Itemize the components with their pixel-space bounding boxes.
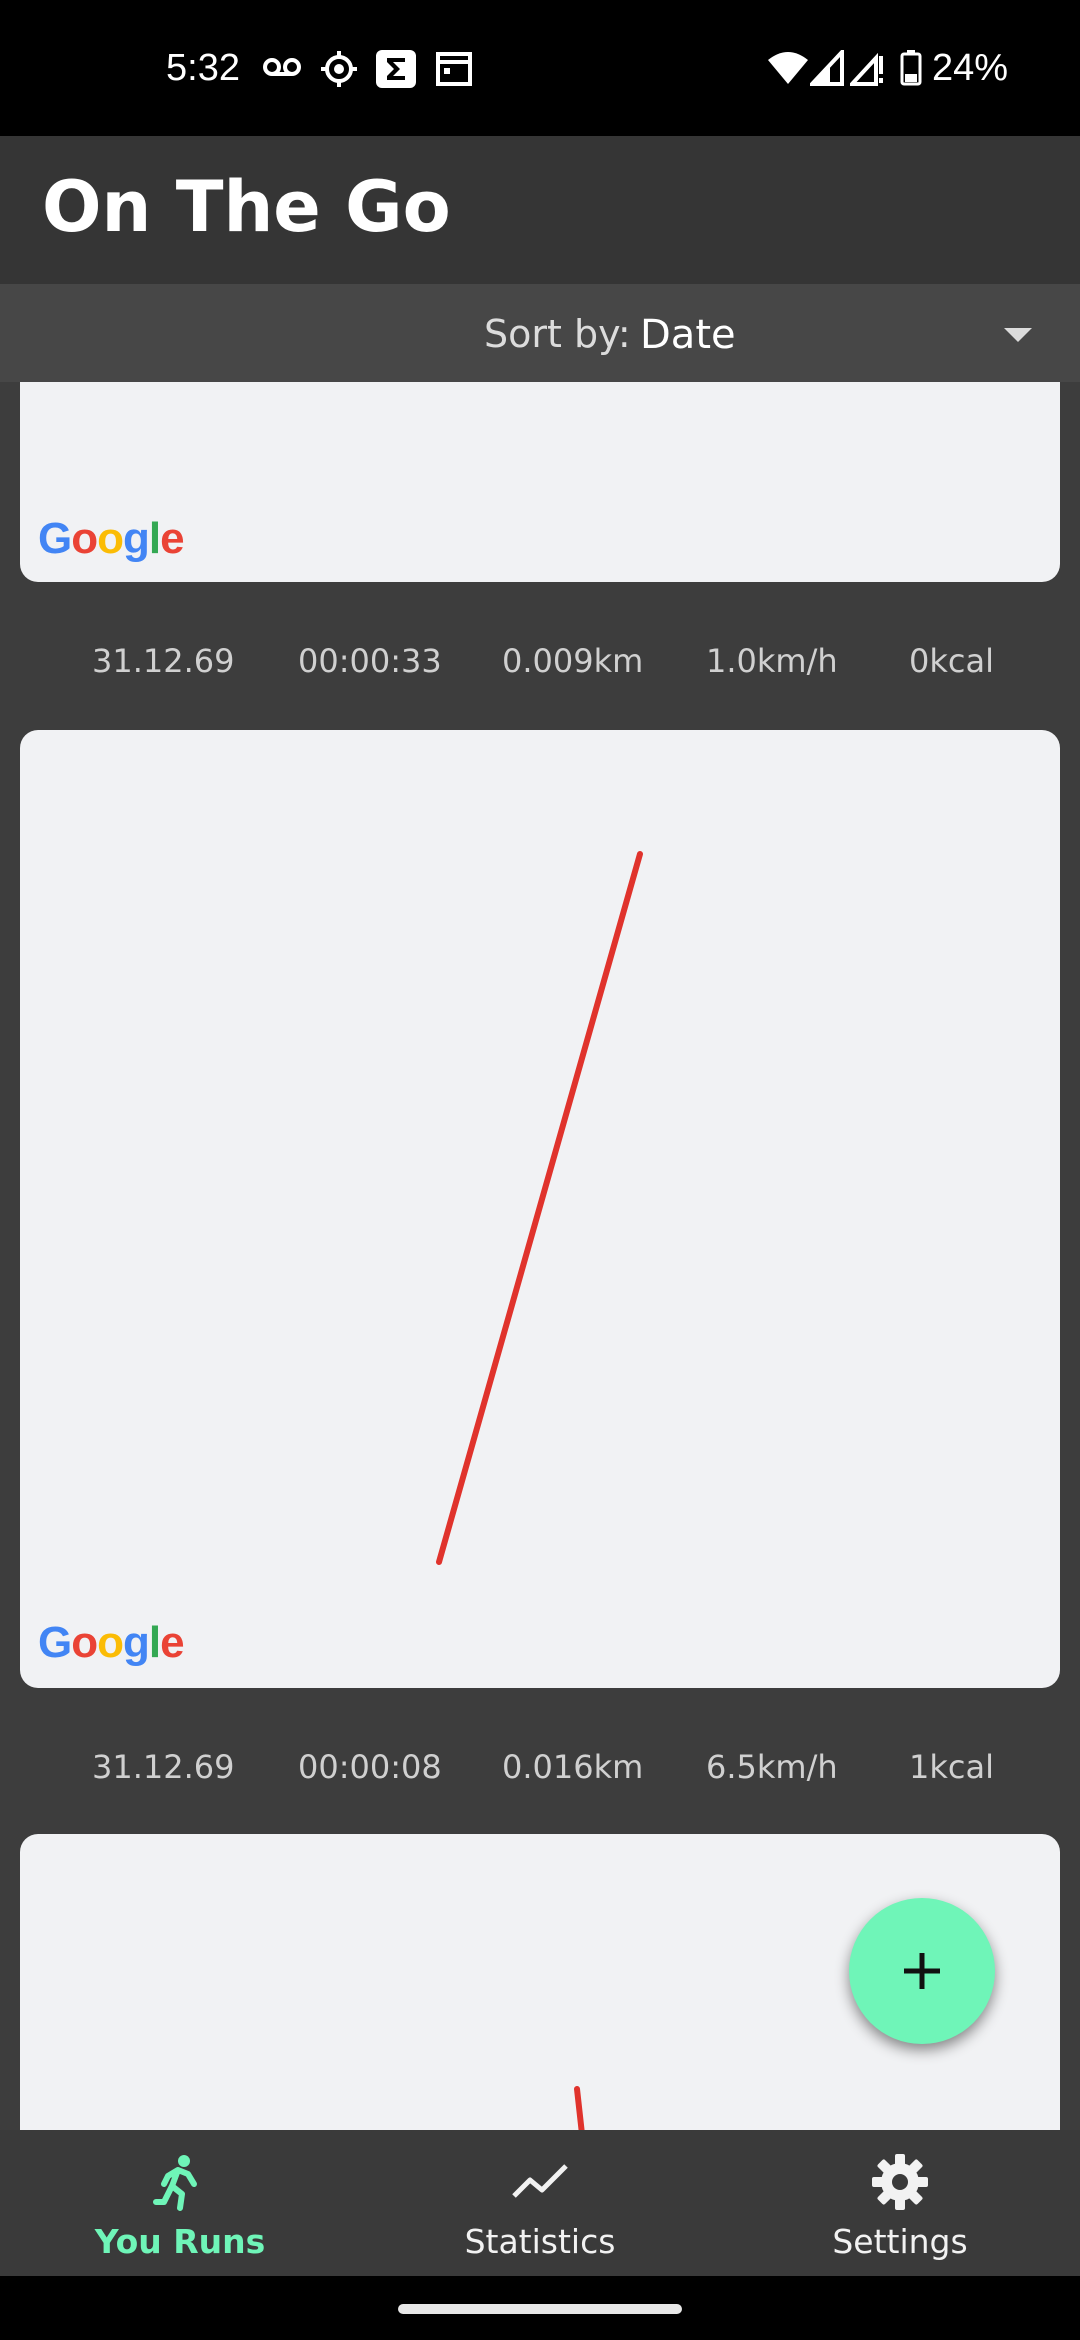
- google-logo-letter: g: [123, 514, 150, 563]
- signal-icon: [807, 46, 844, 96]
- google-attribution: Google: [38, 1618, 185, 1668]
- google-logo-letter: o: [97, 514, 124, 563]
- status-bar: 5:32 24%: [0, 0, 1080, 136]
- signal-alert-icon: [847, 50, 884, 96]
- gesture-bar: [0, 2276, 1080, 2340]
- nav-label-runs: You Runs: [94, 2222, 266, 2261]
- run-date: 31.12.69: [92, 1748, 235, 1786]
- google-logo-letter: l: [148, 1618, 161, 1667]
- dropdown-arrow-icon[interactable]: [1004, 328, 1032, 342]
- run-map-card[interactable]: Google: [20, 730, 1060, 1688]
- nav-item-settings[interactable]: Settings: [720, 2130, 1080, 2276]
- sort-dropdown[interactable]: Date: [640, 312, 736, 358]
- bottom-navigation: You Runs Statistics Settings: [0, 2130, 1080, 2276]
- voicemail-icon: [262, 50, 302, 93]
- trend-line-icon: [512, 2164, 568, 2198]
- google-attribution: Google: [38, 514, 185, 564]
- settings-cog-icon: [320, 50, 358, 98]
- run-duration: 00:00:33: [298, 642, 442, 680]
- google-logo-letter: g: [123, 1618, 150, 1667]
- google-logo-letter: o: [71, 1618, 98, 1667]
- sort-label: Sort by:: [484, 312, 631, 356]
- runner-icon: [153, 2155, 197, 2211]
- nav-label-settings: Settings: [832, 2222, 968, 2261]
- wifi-icon: [766, 50, 810, 96]
- google-logo-letter: o: [97, 1618, 124, 1667]
- app-bar: On The Go: [0, 136, 1080, 284]
- nav-item-runs[interactable]: You Runs: [0, 2130, 360, 2276]
- google-logo-letter: l: [148, 514, 161, 563]
- run-speed: 6.5km/h: [706, 1748, 838, 1786]
- run-stats-row: 31.12.69 00:00:08 0.016km 6.5km/h 1kcal: [0, 1738, 1080, 1798]
- google-logo-letter: e: [160, 1618, 185, 1667]
- run-stats-row: 31.12.69 00:00:33 0.009km 1.0km/h 0kcal: [0, 632, 1080, 692]
- gear-icon: [872, 2154, 928, 2210]
- nav-item-statistics[interactable]: Statistics: [360, 2130, 720, 2276]
- run-map-card[interactable]: Google: [20, 382, 1060, 582]
- run-distance: 0.016km: [502, 1748, 644, 1786]
- sort-bar: Sort by: Date: [0, 284, 1080, 382]
- nav-label-statistics: Statistics: [464, 2222, 616, 2261]
- add-run-button[interactable]: [849, 1898, 995, 2044]
- google-logo-letter: G: [38, 514, 72, 563]
- calendar-icon: [436, 50, 472, 96]
- battery-percent: 24%: [932, 47, 1009, 89]
- run-date: 31.12.69: [92, 642, 235, 680]
- sigma-app-icon: [376, 50, 416, 98]
- run-duration: 00:00:08: [298, 1748, 442, 1786]
- google-logo-letter: e: [160, 514, 185, 563]
- route-map: [436, 851, 643, 1565]
- plus-icon: [904, 1953, 940, 1989]
- route-path: [436, 851, 643, 1565]
- google-logo-letter: G: [38, 1618, 72, 1667]
- battery-icon: [900, 50, 922, 96]
- run-distance: 0.009km: [502, 642, 644, 680]
- run-calories: 0kcal: [909, 642, 994, 680]
- app-title: On The Go: [42, 166, 451, 248]
- run-calories: 1kcal: [909, 1748, 994, 1786]
- home-handle[interactable]: [398, 2304, 682, 2314]
- route-path: [574, 2086, 585, 2130]
- run-speed: 1.0km/h: [706, 642, 838, 680]
- runs-feed[interactable]: Google 31.12.69 00:00:33 0.009km 1.0km/h…: [0, 382, 1080, 2130]
- google-logo-letter: o: [71, 514, 98, 563]
- status-time: 5:32: [166, 47, 240, 89]
